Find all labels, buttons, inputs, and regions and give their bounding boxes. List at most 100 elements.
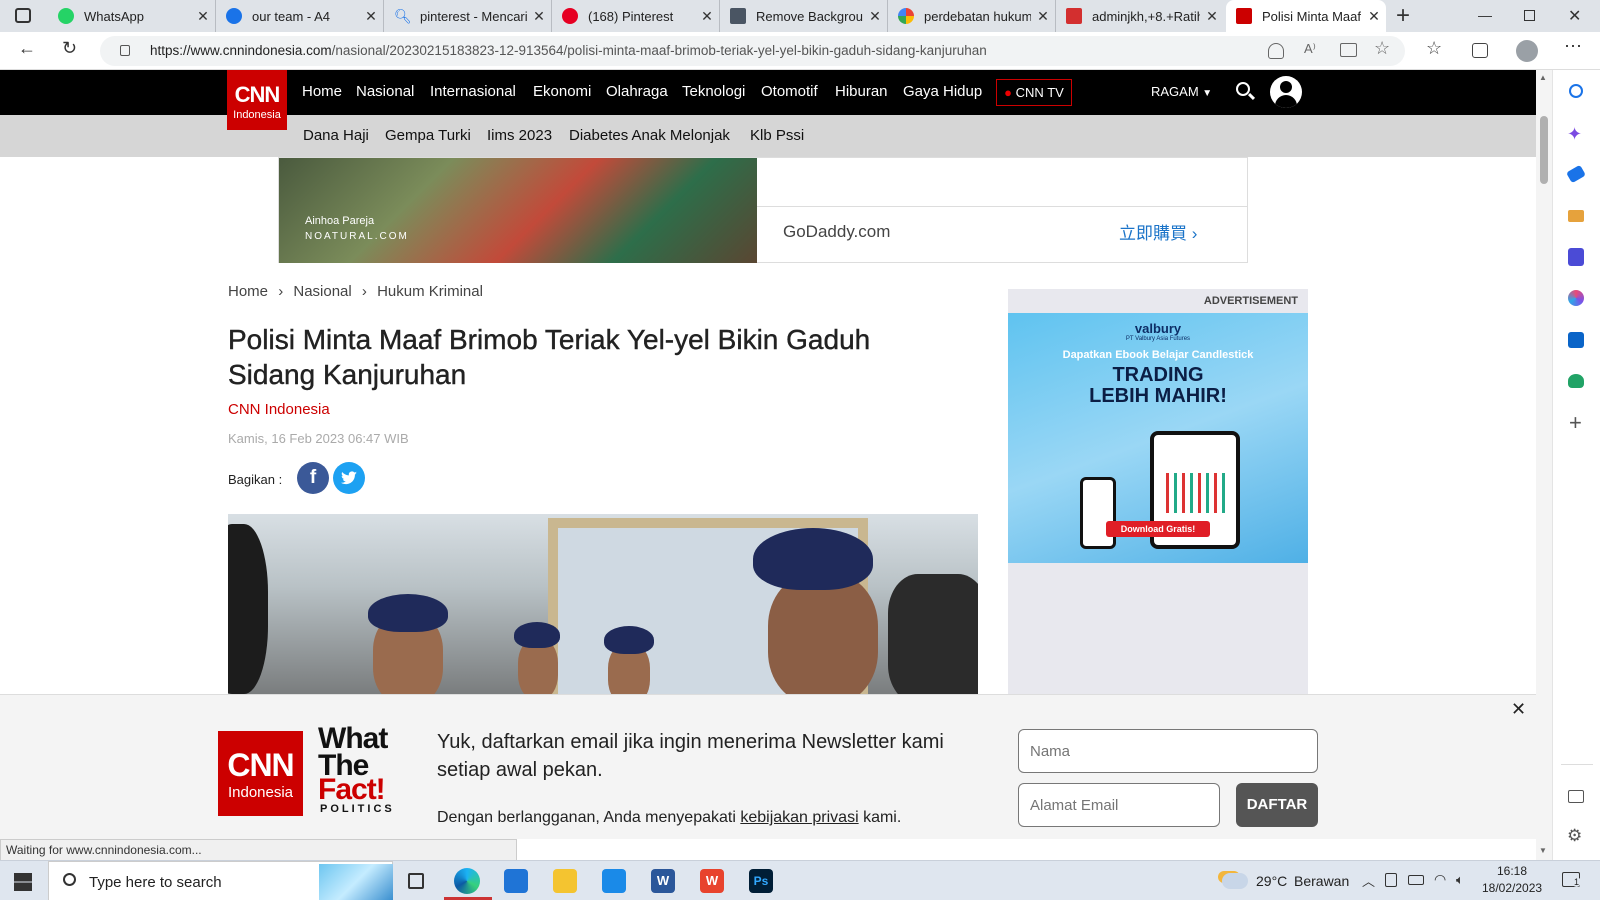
browser-tab[interactable]: perdebatan hukum ✕: [888, 0, 1056, 32]
newsletter-submit-button[interactable]: DAFTAR: [1236, 783, 1318, 827]
article-author[interactable]: CNN Indonesia: [228, 401, 330, 418]
windows-start-icon[interactable]: [14, 873, 32, 891]
store-icon[interactable]: [504, 869, 528, 893]
tray-wifi-icon[interactable]: ◠: [1434, 871, 1446, 888]
facebook-share-icon[interactable]: f: [297, 462, 329, 494]
weather-description[interactable]: Berawan: [1294, 873, 1349, 889]
copilot-icon[interactable]: ✦: [1567, 124, 1582, 145]
more-menu-icon[interactable]: ⋯: [1564, 36, 1582, 57]
tray-volume-icon[interactable]: 🔈︎: [1456, 872, 1464, 888]
sidebar-search-icon[interactable]: [1569, 84, 1583, 98]
trading-ad-card[interactable]: valbury PT Valbury Asia Futures Dapatkan…: [1008, 313, 1308, 563]
top-banner-ad[interactable]: Ainhoa Pareja NOATURAL.COM GoDaddy.com 立…: [278, 157, 1248, 263]
restore-icon[interactable]: [1524, 10, 1535, 21]
edge-taskbar-icon[interactable]: [454, 868, 480, 894]
immersive-reader-icon[interactable]: [1340, 43, 1357, 57]
user-account-icon[interactable]: [1270, 76, 1302, 108]
subnav-item[interactable]: Gempa Turki: [385, 127, 471, 144]
browser-tab[interactable]: adminjkh,+8.+Ratih ✕: [1056, 0, 1224, 32]
outlook-icon[interactable]: [1568, 332, 1584, 348]
tools-icon[interactable]: [1568, 210, 1584, 222]
subnav-item[interactable]: Iims 2023: [487, 127, 552, 144]
split-screen-icon[interactable]: [1568, 790, 1584, 803]
cnn-indonesia-logo[interactable]: CNN Indonesia: [227, 70, 287, 130]
breadcrumb-home[interactable]: Home: [228, 283, 268, 300]
nav-ekonomi[interactable]: Ekonomi: [533, 83, 591, 100]
profile-avatar-icon[interactable]: [1516, 40, 1538, 62]
subnav-item[interactable]: Dana Haji: [303, 127, 369, 144]
browser-tab[interactable]: our team - A4 ✕: [216, 0, 384, 32]
url-field[interactable]: https://www.cnnindonesia.com/nasional/20…: [100, 36, 1405, 66]
close-tab-icon[interactable]: ✕: [695, 8, 719, 25]
notification-center-icon[interactable]: 1: [1562, 872, 1582, 887]
newsletter-close-icon[interactable]: ✕: [1511, 699, 1526, 720]
back-icon[interactable]: ←: [18, 38, 36, 59]
tracking-icon[interactable]: [1268, 43, 1284, 59]
nav-internasional[interactable]: Internasional: [430, 83, 516, 100]
ragam-dropdown[interactable]: RAGAM ▼: [1151, 84, 1212, 99]
weather-cloud-icon[interactable]: [1222, 873, 1248, 889]
favorites-icon[interactable]: ☆: [1426, 38, 1442, 59]
ad-cta-button[interactable]: 立即購買 ›: [1119, 219, 1197, 244]
close-tab-icon[interactable]: ✕: [863, 8, 887, 25]
file-explorer-icon[interactable]: [553, 869, 577, 893]
browser-tab[interactable]: WhatsApp ✕: [48, 0, 216, 32]
mail-icon[interactable]: [602, 869, 626, 893]
browser-tab-active[interactable]: Polisi Minta Maaf B✕: [1226, 0, 1386, 32]
newsletter-email-field[interactable]: [1018, 783, 1220, 827]
wps-icon[interactable]: W: [700, 869, 724, 893]
new-tab-icon[interactable]: +: [1396, 2, 1410, 30]
drop-icon[interactable]: [1568, 374, 1584, 388]
close-tab-icon[interactable]: ✕: [191, 8, 215, 25]
breadcrumb-hukum-kriminal[interactable]: Hukum Kriminal: [377, 283, 483, 300]
office-icon[interactable]: [1568, 290, 1584, 306]
minimize-icon[interactable]: —: [1478, 7, 1492, 23]
close-tab-icon[interactable]: ✕: [1200, 8, 1224, 25]
collections-icon[interactable]: [1472, 43, 1488, 58]
nav-otomotif[interactable]: Otomotif: [761, 83, 818, 100]
browser-tab[interactable]: Remove Backgroun ✕: [720, 0, 888, 32]
twitter-share-icon[interactable]: [333, 462, 365, 494]
add-sidebar-app-icon[interactable]: +: [1569, 410, 1582, 436]
close-tab-icon[interactable]: ✕: [359, 8, 383, 25]
sidebar-ad[interactable]: ADVERTISEMENT valbury PT Valbury Asia Fu…: [1008, 289, 1308, 729]
tab-actions-icon[interactable]: [15, 8, 31, 23]
nav-gaya-hidup[interactable]: Gaya Hidup: [903, 83, 982, 100]
page-scrollbar[interactable]: ▲ ▼: [1536, 70, 1552, 860]
close-tab-icon[interactable]: ✕: [1031, 8, 1055, 25]
privacy-policy-link[interactable]: kebijakan privasi: [740, 809, 858, 826]
window-close-icon[interactable]: ✕: [1568, 6, 1581, 26]
clock-date[interactable]: 18/02/2023: [1482, 881, 1542, 895]
nav-teknologi[interactable]: Teknologi: [682, 83, 745, 100]
reload-icon[interactable]: ↻: [62, 38, 77, 59]
read-aloud-icon[interactable]: A⁾: [1304, 41, 1316, 57]
word-icon[interactable]: W: [651, 869, 675, 893]
nav-olahraga[interactable]: Olahraga: [606, 83, 668, 100]
games-icon[interactable]: [1568, 248, 1584, 266]
nav-hiburan[interactable]: Hiburan: [835, 83, 888, 100]
sidebar-settings-icon[interactable]: ⚙: [1567, 826, 1582, 846]
ad-download-button[interactable]: Download Gratis!: [1106, 521, 1210, 537]
subnav-item[interactable]: Klb Pssi: [750, 127, 804, 144]
scroll-up-icon[interactable]: ▲: [1539, 73, 1547, 82]
shopping-tag-icon[interactable]: [1566, 164, 1586, 184]
clock-time[interactable]: 16:18: [1482, 864, 1542, 878]
tray-battery-icon[interactable]: [1408, 875, 1424, 885]
close-tab-icon[interactable]: ✕: [1362, 8, 1386, 25]
close-tab-icon[interactable]: ✕: [527, 8, 551, 25]
cnn-tv-button[interactable]: ● CNN TV: [996, 79, 1072, 106]
browser-tab[interactable]: (168) Pinterest ✕: [552, 0, 720, 32]
tray-chevron-up-icon[interactable]: ︿: [1362, 871, 1375, 890]
taskbar-search-box[interactable]: Type here to search: [48, 861, 393, 900]
subnav-item[interactable]: Diabetes Anak Melonjak: [569, 127, 730, 144]
newsletter-name-field[interactable]: [1018, 729, 1318, 773]
task-view-icon[interactable]: [408, 873, 424, 889]
scrollbar-thumb[interactable]: [1540, 116, 1548, 184]
breadcrumb-nasional[interactable]: Nasional: [293, 283, 351, 300]
weather-temperature[interactable]: 29°C: [1256, 873, 1287, 889]
favorite-star-icon[interactable]: ☆: [1374, 38, 1390, 59]
photoshop-icon[interactable]: Ps: [749, 869, 773, 893]
browser-tab[interactable]: 🔍︎ pinterest - Mencari ✕: [384, 0, 552, 32]
tray-meet-icon[interactable]: [1385, 873, 1397, 887]
nav-nasional[interactable]: Nasional: [356, 83, 414, 100]
